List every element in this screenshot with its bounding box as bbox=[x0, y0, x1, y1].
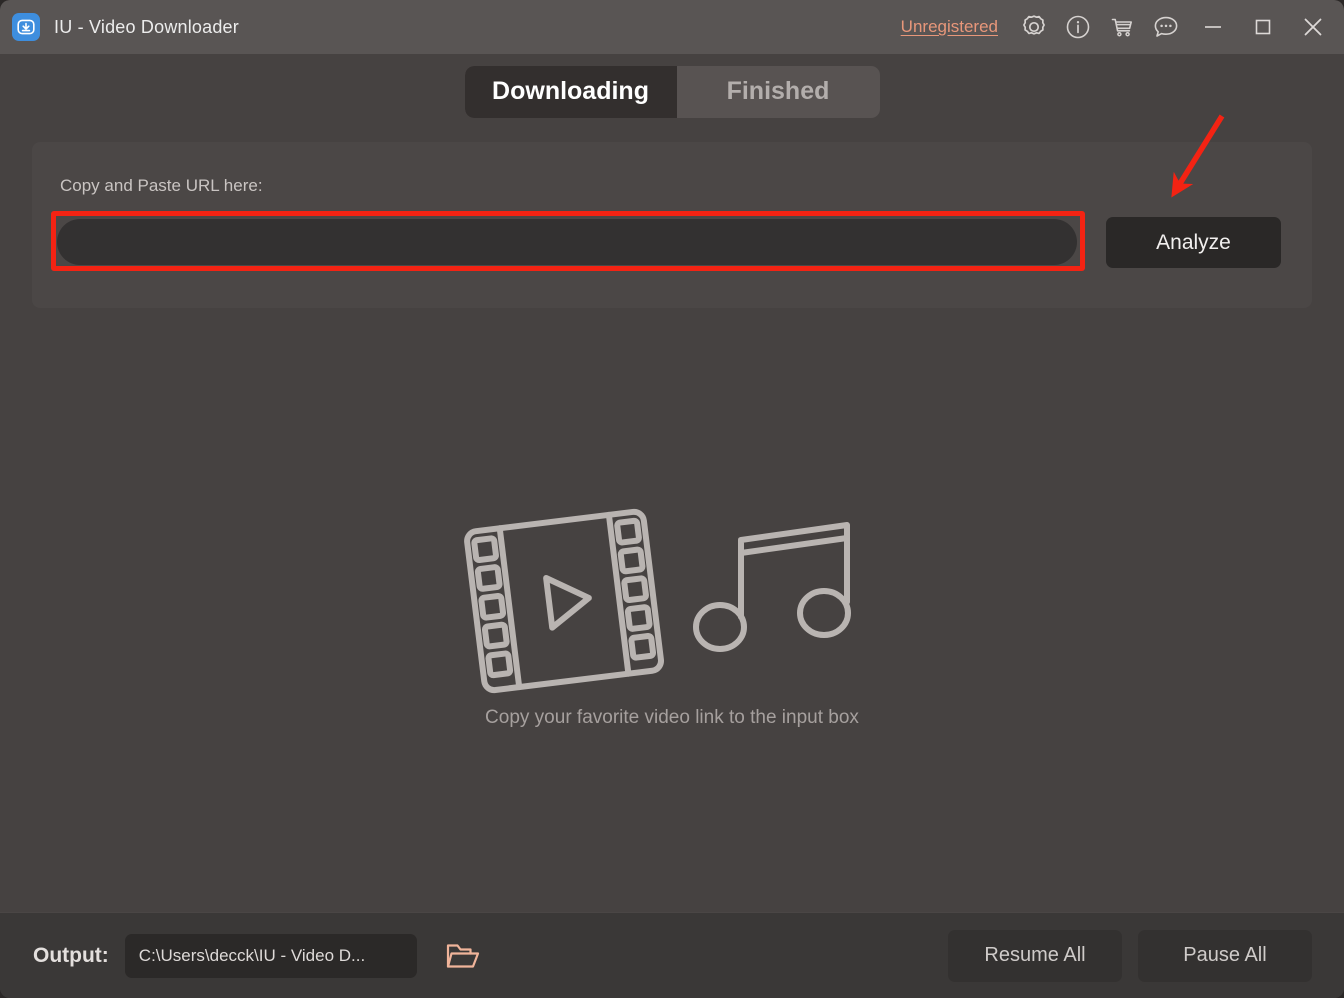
maximize-icon bbox=[1255, 19, 1271, 35]
info-icon bbox=[1066, 15, 1090, 39]
url-panel: Copy and Paste URL here: Analyze bbox=[32, 142, 1312, 308]
cart-icon bbox=[1111, 18, 1132, 37]
title-bar: IU - Video Downloader Unregistered bbox=[0, 0, 1344, 54]
tab-group: Downloading Finished bbox=[464, 65, 880, 118]
unregistered-link[interactable]: Unregistered bbox=[901, 17, 998, 37]
settings-button[interactable] bbox=[1012, 0, 1056, 54]
gear-icon bbox=[1023, 15, 1045, 35]
pause-all-button[interactable]: Pause All bbox=[1138, 929, 1312, 982]
chat-icon bbox=[1154, 16, 1178, 37]
buy-button[interactable] bbox=[1100, 0, 1144, 54]
empty-state-caption: Copy your favorite video link to the inp… bbox=[485, 707, 859, 728]
tab-downloading[interactable]: Downloading bbox=[464, 65, 677, 118]
url-label: Copy and Paste URL here: bbox=[60, 176, 263, 195]
open-folder-icon bbox=[446, 943, 479, 968]
feedback-button[interactable] bbox=[1144, 0, 1188, 54]
bottom-bar: Output: C:\Users\decck\IU - Video D... R… bbox=[0, 912, 1344, 998]
maximize-button[interactable] bbox=[1238, 0, 1288, 54]
info-button[interactable] bbox=[1056, 0, 1100, 54]
open-folder-button[interactable] bbox=[441, 934, 485, 978]
close-button[interactable] bbox=[1288, 0, 1338, 54]
download-box-icon bbox=[17, 19, 35, 35]
minimize-icon bbox=[1205, 26, 1221, 28]
resume-all-button[interactable]: Resume All bbox=[948, 929, 1122, 982]
output-label: Output: bbox=[33, 943, 109, 967]
app-icon bbox=[12, 13, 40, 41]
window-title: IU - Video Downloader bbox=[54, 16, 239, 37]
tab-bar: Downloading Finished bbox=[0, 54, 1344, 129]
titlebar-actions: Unregistered bbox=[901, 0, 1344, 54]
analyze-button[interactable]: Analyze bbox=[1106, 217, 1281, 268]
close-icon bbox=[1304, 18, 1322, 36]
bottom-actions: Resume All Pause All bbox=[948, 929, 1312, 982]
app-window: IU - Video Downloader Unregistered Downl… bbox=[0, 0, 1344, 998]
film-strip-and-music-note-icon bbox=[464, 508, 851, 694]
url-input[interactable] bbox=[57, 219, 1077, 265]
output-path-field[interactable]: C:\Users\decck\IU - Video D... bbox=[124, 933, 417, 978]
minimize-button[interactable] bbox=[1188, 0, 1238, 54]
tab-finished[interactable]: Finished bbox=[677, 66, 880, 118]
empty-state: Copy your favorite video link to the inp… bbox=[0, 505, 1344, 729]
